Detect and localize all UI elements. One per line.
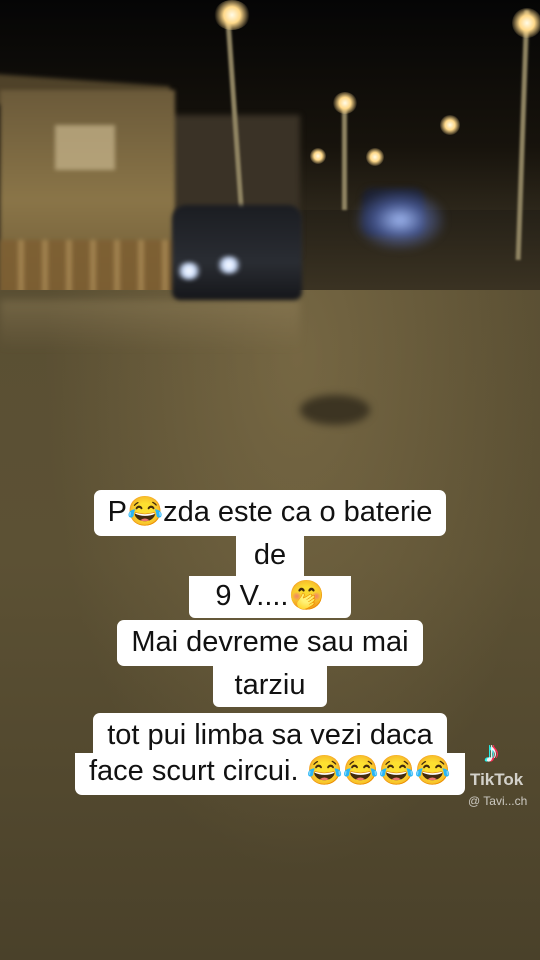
street-lamp bbox=[512, 8, 540, 38]
caption-line: 9 V....🤭 bbox=[189, 576, 351, 618]
tiktok-watermark: ♪ TikTok @ Tavi...ch bbox=[462, 736, 532, 816]
video-frame: P😂zda este ca o baterie de 9 V....🤭 Mai … bbox=[0, 0, 540, 960]
car bbox=[172, 205, 302, 300]
house-window bbox=[55, 125, 115, 170]
street-lamp bbox=[366, 148, 384, 166]
caption-line: tarziu bbox=[212, 666, 328, 707]
car-headlight bbox=[216, 256, 242, 274]
street-lamp bbox=[310, 148, 326, 164]
caption-line: Mai devreme sau mai bbox=[117, 620, 423, 666]
sidewalk bbox=[0, 300, 300, 350]
watermark-handle: @ Tavi...ch bbox=[468, 794, 528, 808]
street-lamp bbox=[214, 0, 250, 30]
caption-line: de bbox=[235, 536, 305, 576]
caption-line: face scurt circui. 😂😂😂😂 bbox=[75, 753, 465, 795]
street-lamp bbox=[333, 92, 357, 114]
distant-headlights bbox=[355, 190, 445, 250]
caption-line: P😂zda este ca o baterie bbox=[93, 490, 447, 536]
road-puddle bbox=[300, 395, 370, 425]
street-light-pole bbox=[342, 100, 347, 210]
tiktok-note-icon: ♪ bbox=[484, 736, 499, 769]
caption: P😂zda este ca o baterie de 9 V....🤭 Mai … bbox=[0, 490, 540, 795]
watermark-brand: TikTok bbox=[470, 770, 524, 789]
street-lamp bbox=[440, 115, 460, 135]
car-headlight bbox=[176, 262, 202, 280]
caption-line: tot pui limba sa vezi daca bbox=[93, 713, 447, 753]
